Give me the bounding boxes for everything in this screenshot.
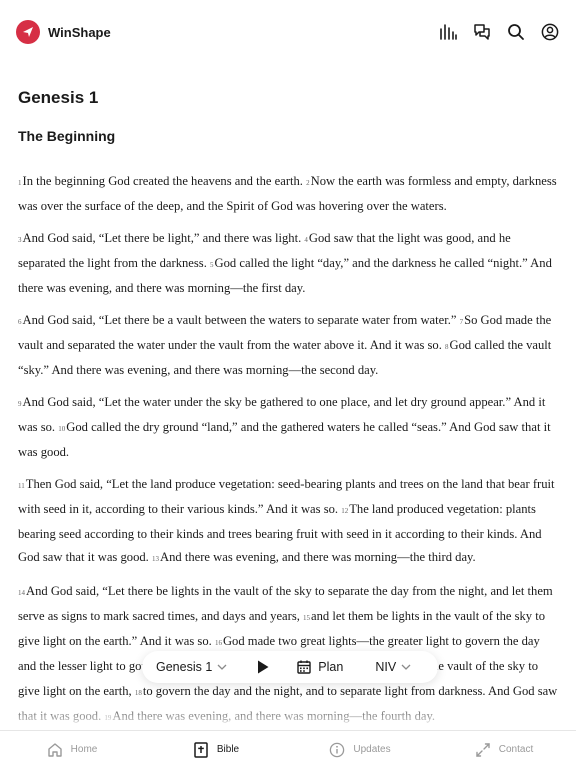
scripture-paragraph: 1In the beginning God created the heaven… — [18, 170, 560, 218]
search-icon — [508, 24, 524, 40]
header-actions — [438, 22, 560, 42]
verse-number[interactable]: 15 — [303, 614, 310, 622]
compare-button[interactable] — [472, 22, 492, 42]
plan-label: Plan — [318, 660, 344, 674]
tab-bible[interactable]: Bible — [144, 731, 288, 768]
verse-text[interactable]: God called the dry ground “land,” and th… — [18, 420, 551, 459]
logo-mark-icon — [23, 27, 33, 37]
reader-controls: Genesis 1 Plan NIV — [142, 651, 438, 683]
verse-number[interactable]: 14 — [18, 589, 25, 597]
verse-number[interactable]: 16 — [215, 639, 222, 647]
verse-number[interactable]: 8 — [445, 343, 449, 351]
chapter-select-label: Genesis 1 — [156, 660, 213, 674]
version-select[interactable]: NIV — [375, 660, 411, 674]
reader-content: Genesis 1 The Beginning 1In the beginnin… — [18, 88, 560, 739]
home-icon — [47, 742, 62, 757]
verse-text[interactable]: In the beginning God created the heavens… — [23, 174, 303, 188]
tab-contact-label: Contact — [498, 744, 534, 755]
verse-number[interactable]: 11 — [18, 482, 25, 490]
app-header: WinShape — [0, 0, 576, 64]
account-icon — [541, 23, 559, 41]
scripture-paragraph: 11Then God said, “Let the land produce v… — [18, 473, 560, 571]
verse-text[interactable]: And God said, “Let there be light,” and … — [23, 231, 302, 245]
verse-number[interactable]: 10 — [58, 425, 65, 433]
tab-home[interactable]: Home — [0, 731, 144, 768]
scripture-paragraph: 9And God said, “Let the water under the … — [18, 391, 560, 464]
scroll-fade — [0, 700, 576, 730]
play-icon — [258, 660, 269, 674]
tab-updates-label: Updates — [353, 744, 391, 755]
bible-icon — [194, 741, 208, 758]
verse-number[interactable]: 9 — [18, 400, 22, 408]
calendar-icon — [297, 660, 311, 674]
tab-home-label: Home — [70, 744, 98, 755]
verse-text[interactable]: And there was evening, and there was mor… — [160, 550, 476, 564]
compare-icon — [474, 24, 490, 40]
info-icon — [330, 742, 345, 757]
contact-icon — [476, 742, 490, 757]
verse-number[interactable]: 3 — [18, 236, 22, 244]
chapter-title: Genesis 1 — [18, 88, 99, 107]
app-name: WinShape — [48, 24, 111, 40]
winshape-logo[interactable] — [16, 20, 40, 44]
tab-updates[interactable]: Updates — [288, 731, 432, 768]
verse-number[interactable]: 18 — [135, 689, 142, 697]
chapter-select[interactable]: Genesis 1 — [156, 660, 227, 674]
verse-number[interactable]: 4 — [304, 236, 308, 244]
verse-number[interactable]: 6 — [18, 318, 22, 326]
bottom-tab-bar: Home Bible Updates Contact — [0, 730, 576, 768]
scripture-text: 1In the beginning God created the heaven… — [18, 170, 560, 730]
verse-number[interactable]: 1 — [18, 179, 22, 187]
chevron-down-icon — [217, 664, 227, 670]
audio-icon — [440, 24, 457, 40]
verse-text[interactable]: And God said, “Let there be a vault betw… — [23, 313, 457, 327]
plan-button[interactable]: Plan — [297, 660, 343, 674]
version-select-label: NIV — [375, 660, 397, 674]
account-button[interactable] — [540, 22, 560, 42]
verse-number[interactable]: 5 — [210, 261, 214, 269]
search-button[interactable] — [506, 22, 526, 42]
chevron-down-icon — [401, 664, 411, 670]
audio-button[interactable] — [438, 22, 458, 42]
scripture-paragraph: 3And God said, “Let there be light,” and… — [18, 227, 560, 300]
tab-contact[interactable]: Contact — [432, 731, 576, 768]
section-heading: The Beginning — [18, 128, 116, 144]
tab-bible-label: Bible — [216, 744, 240, 755]
verse-number[interactable]: 2 — [306, 179, 310, 187]
verse-number[interactable]: 13 — [152, 555, 159, 563]
verse-number[interactable]: 7 — [460, 318, 464, 326]
verse-number[interactable]: 12 — [341, 507, 348, 515]
play-audio-button[interactable] — [257, 660, 269, 674]
scripture-paragraph: 6And God said, “Let there be a vault bet… — [18, 309, 560, 382]
